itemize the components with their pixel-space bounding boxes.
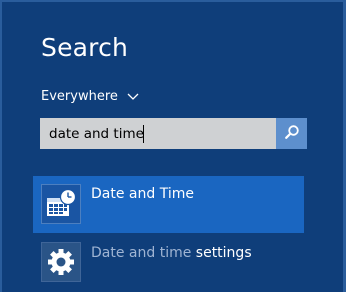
search-scope-label: Everywhere (41, 88, 118, 104)
result-label: Date and time settings (91, 245, 252, 261)
search-title: Search (41, 33, 129, 62)
search-input[interactable] (40, 118, 276, 149)
search-charm-panel: Search Everywhere date and time Date and… (0, 0, 346, 292)
search-scope-dropdown[interactable]: Everywhere (41, 87, 139, 105)
text-cursor (143, 125, 144, 143)
result-label: Date and Time (91, 186, 194, 202)
chevron-down-icon (127, 90, 139, 102)
panel-top-edge (0, 0, 346, 2)
result-date-and-time[interactable]: Date and Time (33, 176, 304, 233)
search-icon (284, 124, 300, 144)
result-date-and-time-settings[interactable]: Date and time settings (33, 235, 304, 292)
panel-left-edge (0, 0, 2, 292)
search-box (40, 118, 307, 149)
result-label-prefix: Date and time (91, 245, 196, 261)
gear-icon (41, 242, 81, 282)
calendar-clock-icon (41, 184, 81, 224)
result-label-match: settings (195, 245, 252, 261)
search-button[interactable] (276, 118, 307, 149)
